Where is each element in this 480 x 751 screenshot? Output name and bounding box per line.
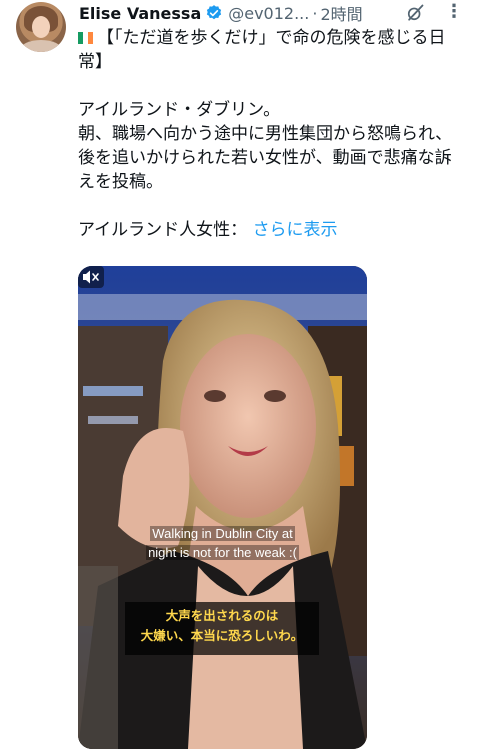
verified-badge-icon[interactable] [205, 4, 223, 22]
avatar-shoulder [20, 40, 62, 52]
show-more-link[interactable]: さらに表示 [253, 220, 338, 240]
video-caption-en-line-2: night is not for the weak :( [146, 545, 299, 560]
video-caption-ja-line-2: 大嫌い、本当に恐ろしいわ。 [140, 628, 304, 643]
tweet-text: 【「ただ道を歩くだけ」で命の危険を感じる日常】 アイルランド・ダブリン。 朝、職… [78, 26, 468, 242]
video-player[interactable]: Walking in Dublin City at night is not f… [78, 266, 367, 749]
video-caption-japanese: 大声を出されるのは 大嫌い、本当に恐ろしいわ。 [125, 602, 319, 655]
author-handle[interactable]: @ev012... [228, 4, 309, 23]
more-options-icon[interactable]: ⋮ [445, 1, 463, 23]
author-name[interactable]: Elise Vanessa [79, 4, 201, 23]
author-avatar[interactable] [16, 2, 66, 52]
muted-speaker-icon[interactable] [78, 266, 104, 288]
video-caption-en-line-1: Walking in Dublin City at [150, 526, 295, 541]
tweet-time[interactable]: 2時間 [320, 1, 362, 25]
tweet-separator: · [312, 3, 318, 23]
tweet-header: Elise Vanessa @ev012... · 2時間 [79, 1, 363, 25]
grok-icon[interactable] [405, 3, 425, 23]
ireland-flag-icon [78, 27, 93, 44]
video-caption-english: Walking in Dublin City at night is not f… [78, 524, 367, 562]
tweet-line-4: アイルランド人女性： [78, 220, 248, 240]
avatar-face [32, 16, 50, 38]
video-caption-ja-line-1: 大声を出されるのは [165, 608, 279, 623]
tweet-line-3: 朝、職場へ向かう途中に男性集団から怒鳴られ、後を追いかけられた若い女性が、動画で… [78, 124, 453, 192]
tweet-line-1: 【「ただ道を歩くだけ」で命の危険を感じる日常】 [78, 28, 446, 72]
video-frame [78, 266, 367, 749]
tweet-line-2: アイルランド・ダブリン。 [78, 100, 281, 120]
